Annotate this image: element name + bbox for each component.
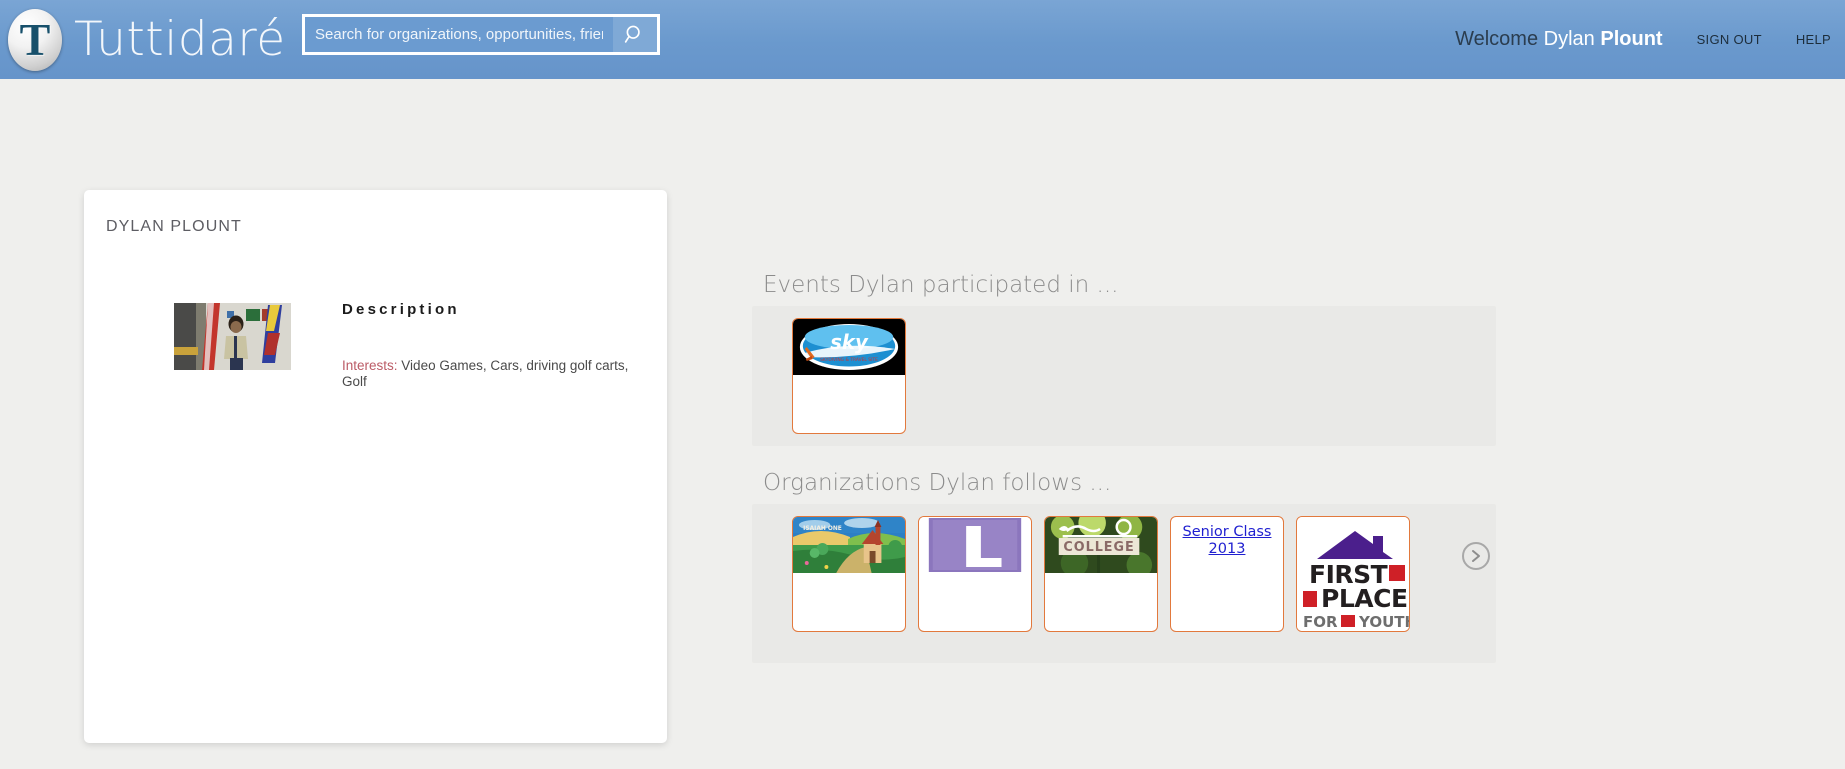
description-column: Description Interests: Video Games, Cars… xyxy=(342,301,642,391)
organizations-next-button[interactable] xyxy=(1462,542,1490,570)
welcome-prefix: Welcome xyxy=(1455,28,1539,50)
svg-text:SKYDIVING & TRAVEL SITE: SKYDIVING & TRAVEL SITE xyxy=(820,357,878,363)
profile-name: DYLAN PLOUNT xyxy=(106,218,242,235)
sign-out-link[interactable]: SIGN OUT xyxy=(1697,32,1762,47)
logo-letter: T xyxy=(19,13,51,65)
svg-text:sky: sky xyxy=(830,331,869,354)
church-landscape-icon: ISAIAH ONE xyxy=(793,517,905,573)
search-bar[interactable] xyxy=(302,14,660,55)
main-content: DYLAN PLOUNT Description Interests: Vide… xyxy=(0,79,1845,769)
chevron-right-icon xyxy=(1472,550,1480,562)
search-input[interactable] xyxy=(305,17,613,52)
org-link-senior-class-2013[interactable]: Senior Class 2013 xyxy=(1171,517,1283,559)
description-title: Description xyxy=(342,301,460,318)
avatar xyxy=(174,303,291,370)
svg-text:PLACE: PLACE xyxy=(1321,584,1408,613)
events-card-row: sky SKYDIVING & TRAVEL SITE xyxy=(752,306,1496,434)
org-tile-church-landscape[interactable]: ISAIAH ONE xyxy=(792,516,906,632)
event-tile-sky[interactable]: sky SKYDIVING & TRAVEL SITE xyxy=(792,318,906,434)
svg-text:ISAIAH ONE: ISAIAH ONE xyxy=(803,525,842,532)
svg-text:COLLEGE: COLLEGE xyxy=(1063,540,1134,555)
org-tile-purple-l[interactable] xyxy=(918,516,1032,632)
sky-logo-icon: sky SKYDIVING & TRAVEL SITE xyxy=(793,319,905,375)
org-tile-first-place-for-youth[interactable]: FIRST PLACE FOR YOUTH xyxy=(1296,516,1410,632)
welcome-message: Welcome Dylan Plount xyxy=(1455,28,1662,51)
help-link[interactable]: HELP xyxy=(1796,32,1831,47)
purple-l-logo-icon xyxy=(919,517,1031,573)
college-sign-icon: COLLEGE xyxy=(1045,517,1157,573)
description-body: Interests: Video Games, Cars, driving go… xyxy=(342,358,642,391)
first-place-for-youth-icon: FIRST PLACE FOR YOUTH xyxy=(1297,517,1410,631)
events-panel: sky SKYDIVING & TRAVEL SITE xyxy=(752,306,1496,446)
events-heading: Events Dylan participated in ... xyxy=(763,272,1119,298)
organizations-heading: Organizations Dylan follows ... xyxy=(763,470,1112,496)
organizations-panel: ISAIAH ONE COLLEGE Senior Class 2013 FIR… xyxy=(752,504,1496,663)
svg-text:YOUTH: YOUTH xyxy=(1358,613,1410,631)
org-tile-senior-class-2013[interactable]: Senior Class 2013 xyxy=(1170,516,1284,632)
organizations-card-row: ISAIAH ONE COLLEGE Senior Class 2013 FIR… xyxy=(752,504,1496,632)
svg-text:FOR: FOR xyxy=(1303,613,1338,631)
profile-card: DYLAN PLOUNT Description Interests: Vide… xyxy=(84,190,667,743)
brand-logo[interactable]: T Tuttidaré xyxy=(8,8,286,71)
header-right-group: Welcome Dylan Plount SIGN OUT HELP xyxy=(1455,0,1831,79)
search-button[interactable] xyxy=(613,17,657,52)
brand-name: Tuttidaré xyxy=(74,12,286,67)
user-last-name: Plount xyxy=(1600,28,1663,50)
user-first-name: Dylan xyxy=(1543,28,1595,50)
avatar-photo-icon xyxy=(174,303,291,370)
logo-sphere-icon: T xyxy=(8,8,62,71)
org-tile-college-sign[interactable]: COLLEGE xyxy=(1044,516,1158,632)
search-icon xyxy=(624,25,640,43)
interests-label: Interests: xyxy=(342,358,398,373)
app-header: T Tuttidaré Welcome Dylan Plount SIGN OU… xyxy=(0,0,1845,79)
